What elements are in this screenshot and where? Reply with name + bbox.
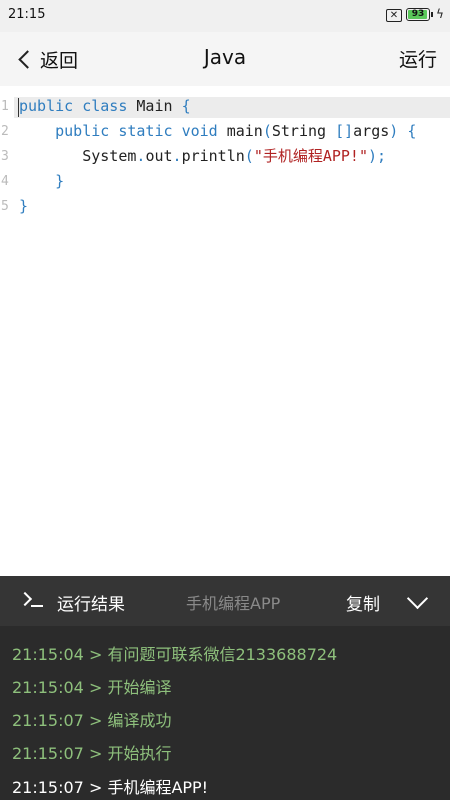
code-line: System.out.println("手机编程APP!"); [19,144,416,169]
console-output: 21:15:04 > 有问题可联系微信2133688724 21:15:04 >… [0,626,450,800]
identifier: Main [136,97,173,115]
identifier: String [271,122,327,140]
terminal-icon [17,591,45,611]
line-number: 2 [1,124,9,139]
app-header: 返回 Java 运行 [0,32,450,86]
console-line: 21:15:07 > 编译成功 [12,711,172,730]
battery-level: 93 [411,9,425,19]
keyword: public [19,97,74,115]
page-title: Java [203,45,247,69]
identifier: main [226,122,263,140]
identifier: println [181,147,245,165]
status-bar: 21:15 ✕ 93 ϟ [0,0,450,32]
status-time: 21:15 [8,7,46,22]
identifier: args [353,122,390,140]
line-number: 4 [1,174,9,189]
keyword: void [181,122,218,140]
identifier: System [82,147,137,165]
code-editor[interactable]: 1 2 3 4 5 public class Main { public sta… [0,86,450,576]
console-line: 21:15:07 > 开始执行 [12,744,172,763]
punctuation: { [181,97,191,115]
chevron-down-icon[interactable] [406,587,429,610]
punctuation: [] [335,122,354,140]
string-literal: "手机编程APP!" [253,147,368,165]
line-number-gutter: 1 2 3 4 5 [0,94,14,219]
code-line: public static void main(String []args) { [19,119,416,144]
punctuation: ( [244,147,254,165]
punctuation: } [19,197,29,215]
punctuation: { [407,122,417,140]
line-number: 3 [1,149,9,164]
identifier: out [145,147,173,165]
keyword: static [118,122,173,140]
line-number: 1 [1,99,9,114]
run-button[interactable]: 运行 [399,45,437,72]
copy-button[interactable]: 复制 [346,590,380,615]
line-number: 5 [1,199,9,214]
result-bar: 运行结果 手机编程APP 复制 [0,576,450,626]
console-line: 21:15:04 > 有问题可联系微信2133688724 [12,645,338,664]
punctuation: . [172,147,182,165]
result-title: 运行结果 [57,595,125,615]
punctuation: } [55,172,65,190]
punctuation: ); [368,147,387,165]
result-subtitle: 手机编程APP [186,594,281,613]
code-line: } [19,194,416,219]
sim-icon: ✕ [386,9,402,22]
code-text[interactable]: public class Main { public static void m… [19,94,416,219]
keyword: public [55,122,110,140]
code-line: } [19,169,416,194]
battery-icon: 93 [406,8,433,21]
punctuation: ( [262,122,272,140]
charging-icon: ϟ [436,7,444,21]
keyword: class [82,97,128,115]
console-line: 21:15:07 > 手机编程APP! [12,778,209,797]
code-line: public class Main { [19,94,416,119]
console-line: 21:15:04 > 开始编译 [12,678,172,697]
punctuation: ) [389,122,399,140]
